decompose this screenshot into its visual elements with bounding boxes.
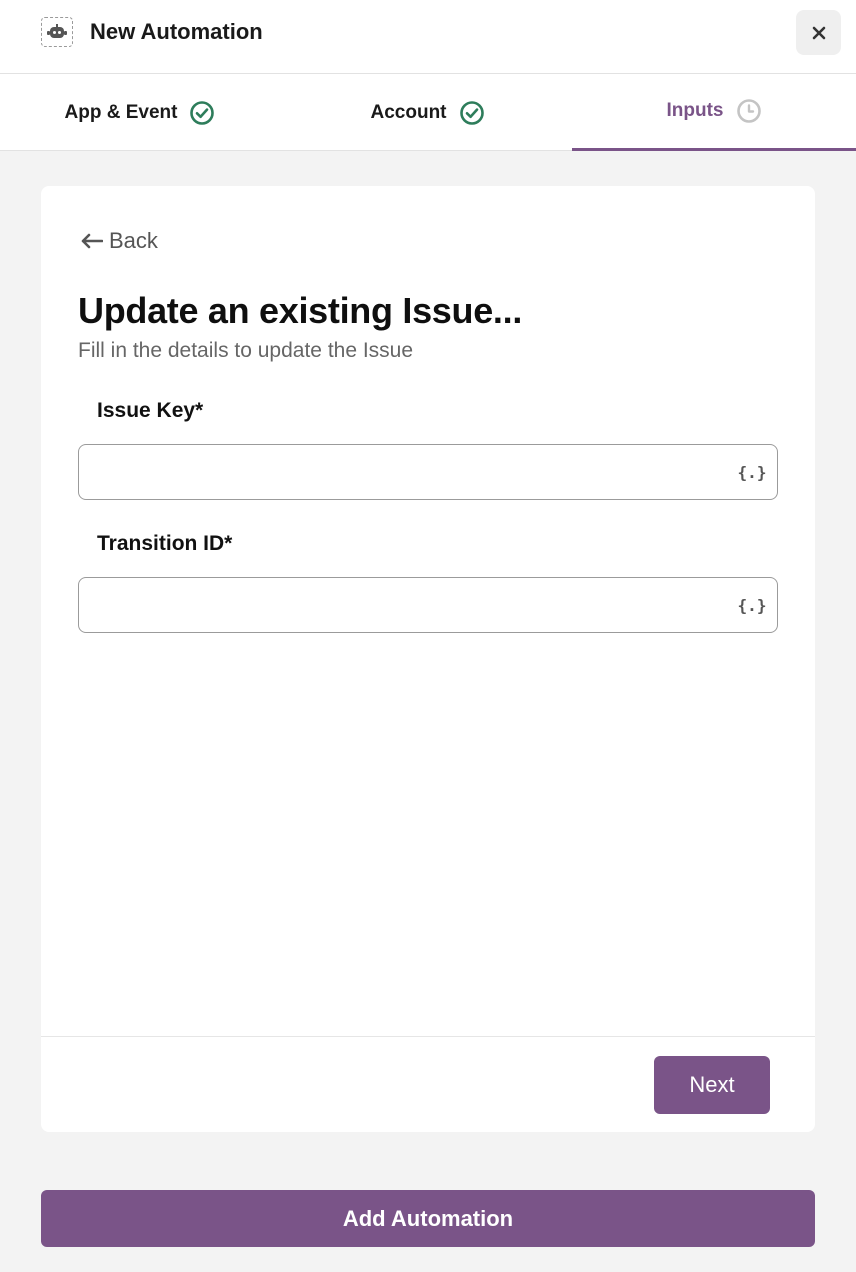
tab-label: Inputs: [666, 100, 724, 121]
back-label: Back: [109, 228, 158, 253]
tab-account[interactable]: Account: [340, 74, 515, 151]
check-circle-icon: [190, 100, 215, 125]
tab-label: Account: [370, 101, 447, 123]
close-icon: [812, 26, 825, 39]
insert-variable-icon[interactable]: {.}: [738, 593, 767, 617]
check-circle-icon: [459, 100, 484, 125]
page-title: Update an existing Issue...: [78, 290, 523, 331]
card-divider: [41, 1036, 815, 1037]
modal-header: New Automation: [0, 0, 856, 74]
step-tabs: App & Event Account Inputs: [0, 74, 856, 151]
modal-title: New Automation: [90, 19, 263, 44]
back-link[interactable]: Back: [81, 228, 158, 254]
tab-app-event[interactable]: App & Event: [40, 74, 240, 151]
issue-key-input[interactable]: [78, 444, 778, 500]
robot-icon: [41, 17, 73, 47]
transition-id-label: Transition ID*: [97, 532, 233, 555]
clock-icon: [736, 99, 761, 123]
inputs-card: Back Update an existing Issue... Fill in…: [41, 186, 815, 1132]
add-automation-button[interactable]: Add Automation: [41, 1190, 815, 1247]
close-button[interactable]: [796, 10, 841, 55]
page-subtitle: Fill in the details to update the Issue: [78, 339, 414, 362]
insert-variable-icon[interactable]: {.}: [738, 460, 767, 484]
tab-label: App & Event: [64, 101, 178, 123]
transition-id-input[interactable]: [78, 577, 778, 633]
issue-key-label: Issue Key*: [97, 399, 204, 422]
arrow-left-icon: [81, 233, 103, 249]
next-button[interactable]: Next: [654, 1056, 770, 1114]
tab-inputs[interactable]: Inputs: [572, 74, 856, 151]
